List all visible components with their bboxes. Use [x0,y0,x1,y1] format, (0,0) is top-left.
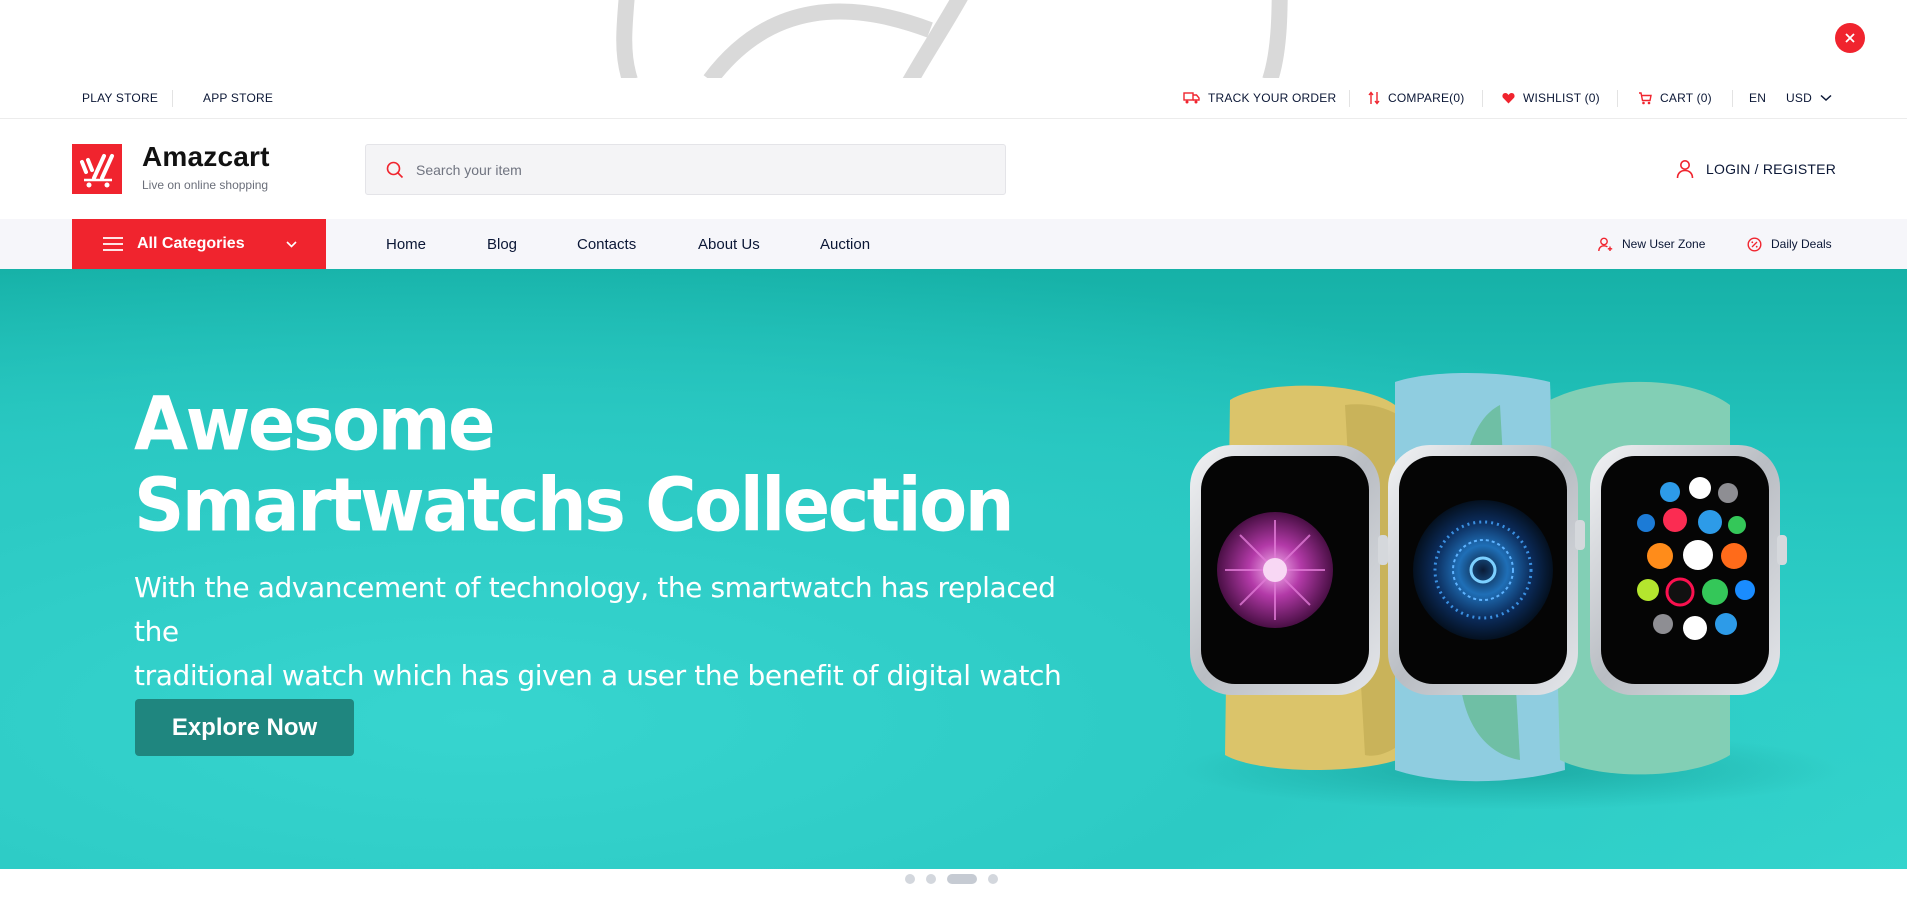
language-label: EN [1749,91,1767,105]
play-store-label: PLAY STORE [82,91,159,105]
divider [1349,90,1350,107]
explore-now-button[interactable]: Explore Now [135,699,354,756]
nav-contacts[interactable]: Contacts [577,219,636,269]
all-categories-button[interactable]: All Categories [72,219,326,269]
compare-label: COMPARE(0) [1388,91,1465,105]
hero-title-line: Awesome [134,380,496,468]
hero-description-line: With the advancement of technology, the … [134,571,1056,648]
promo-close-button[interactable] [1835,23,1865,53]
divider [1732,90,1733,107]
user-icon [1676,160,1694,179]
heart-icon [1502,93,1515,104]
nav-about-us[interactable]: About Us [698,219,760,269]
cart-label: CART (0) [1660,91,1712,105]
slider-dot[interactable] [905,874,915,884]
divider [1482,90,1483,107]
user-plus-icon [1598,237,1613,251]
logo-icon[interactable] [72,144,122,194]
slider-dot-active[interactable] [947,874,977,884]
new-user-zone-label: New User Zone [1622,237,1706,251]
app-store-label: APP STORE [203,91,274,105]
hero-title-line: Smartwatchs Collection [134,461,1015,549]
daily-deals-label: Daily Deals [1771,237,1832,251]
divider [172,90,173,107]
hero-description-line: traditional watch which has given a user… [134,659,1062,692]
currency-label: USD [1786,91,1812,105]
logo-title[interactable]: Amazcart [142,141,270,173]
wishlist-link[interactable]: WISHLIST (0) [1502,78,1600,118]
app-store-link[interactable]: APP STORE [203,78,273,118]
currency-selector[interactable]: USD [1786,78,1832,118]
close-icon [1845,33,1855,43]
promo-banner-art [616,0,1288,78]
deal-badge-icon [1747,236,1762,252]
search-bar[interactable] [365,144,1006,195]
menu-icon [103,237,123,251]
chevron-down-icon [286,240,297,248]
hero-title: Awesome Smartwatchs Collection [134,384,1034,545]
search-input[interactable] [414,160,978,179]
wishlist-label: WISHLIST (0) [1523,91,1600,105]
daily-deals-link[interactable]: Daily Deals [1747,219,1832,269]
compare-link[interactable]: COMPARE(0) [1368,78,1464,118]
divider [1617,90,1618,107]
promo-banner [0,0,1907,78]
language-selector[interactable]: EN [1749,78,1766,118]
track-order-link[interactable]: TRACK YOUR ORDER [1183,78,1336,118]
login-register-link[interactable]: LOGIN / REGISTER [1676,157,1836,181]
truck-icon [1183,92,1200,104]
nav-auction[interactable]: Auction [820,219,870,269]
nav-blog[interactable]: Blog [487,219,517,269]
login-register-label: LOGIN / REGISTER [1706,161,1836,177]
slider-pagination [905,874,998,884]
smartwatches-image [1180,373,1840,810]
slider-dot[interactable] [926,874,936,884]
track-order-label: TRACK YOUR ORDER [1208,91,1337,105]
play-store-link[interactable]: PLAY STORE [82,78,158,118]
compare-icon [1368,91,1380,105]
logo-tagline: Live on online shopping [142,178,269,192]
chevron-down-icon [1820,94,1832,102]
cart-icon [1639,91,1652,104]
slider-dot[interactable] [988,874,998,884]
new-user-zone-link[interactable]: New User Zone [1598,219,1705,269]
cart-link[interactable]: CART (0) [1638,78,1712,118]
all-categories-label: All Categories [137,235,245,252]
nav-home[interactable]: Home [386,219,426,269]
top-bar: PLAY STORE APP STORE TRACK YOUR ORDER CO… [0,78,1907,119]
search-icon [386,161,404,178]
hero-description: With the advancement of technology, the … [134,566,1094,698]
